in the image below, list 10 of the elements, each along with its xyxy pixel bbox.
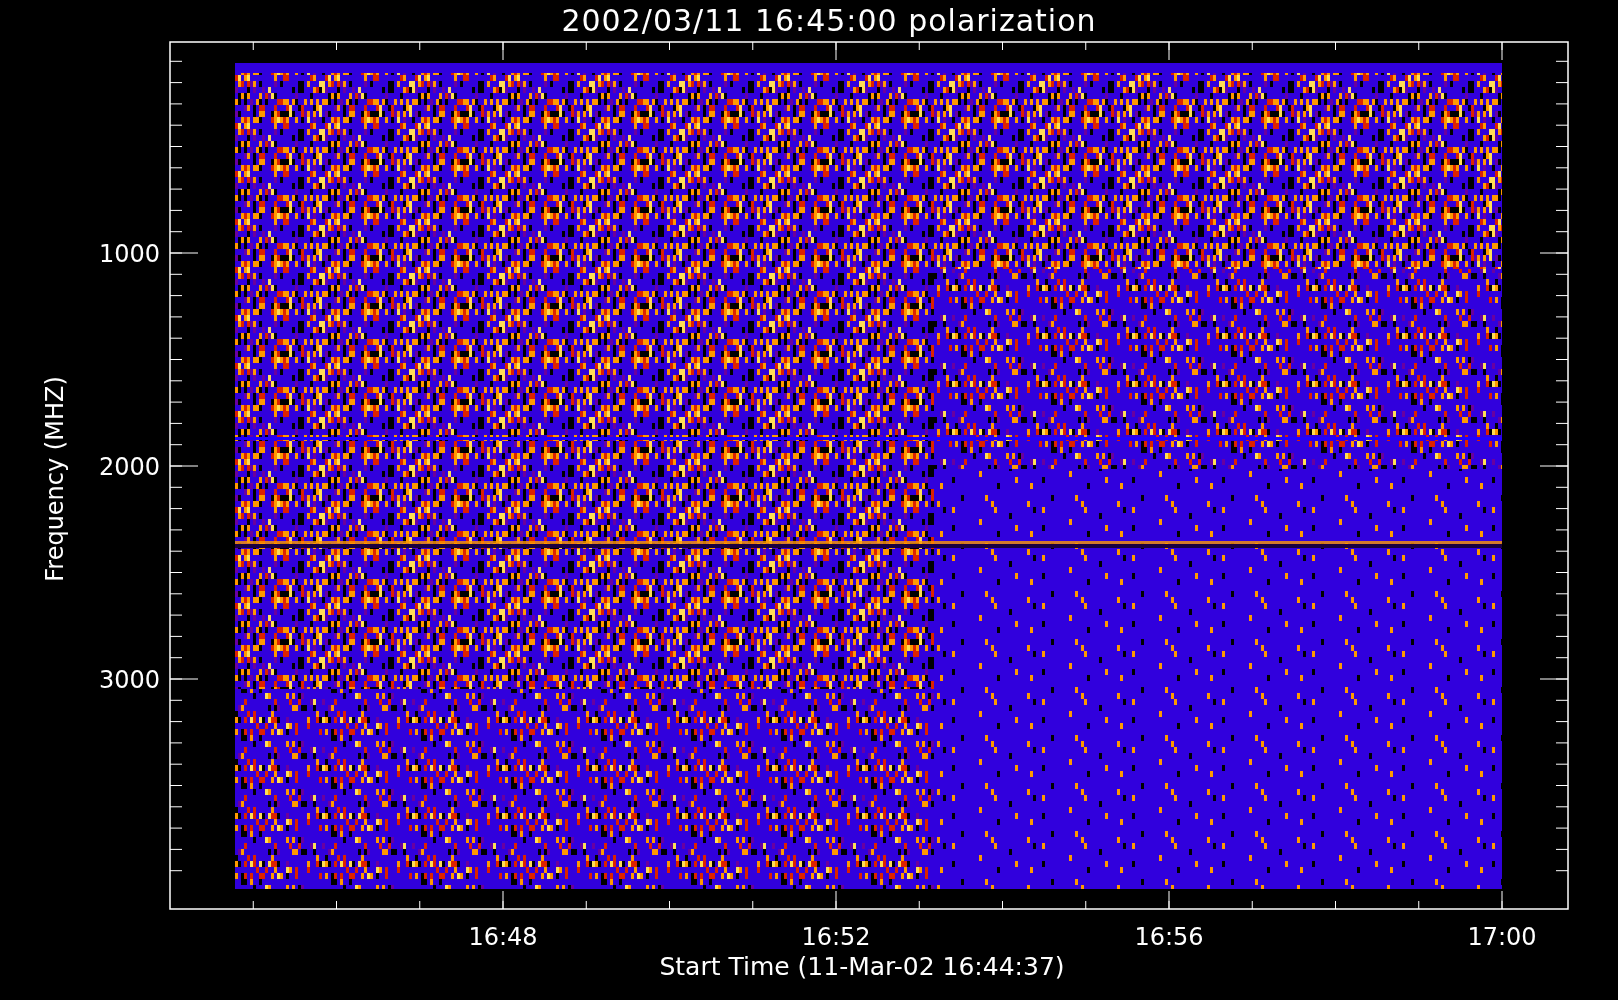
y-tick-label: 1000 (98, 240, 160, 268)
plot-title: 2002/03/11 16:45:00 polarization (561, 2, 1097, 40)
x-tick-label: 16:56 (1134, 923, 1204, 951)
y-tick-label: 3000 (98, 666, 160, 694)
x-tick-label: 16:48 (468, 923, 538, 951)
x-tick-label: 17:00 (1467, 923, 1537, 951)
y-axis-label: Frequency (MHZ) (41, 376, 69, 582)
y-tick-label: 2000 (98, 453, 160, 481)
x-tick-label: 16:52 (801, 923, 871, 951)
x-axis-label: Start Time (11-Mar-02 16:44:37) (659, 952, 1065, 981)
